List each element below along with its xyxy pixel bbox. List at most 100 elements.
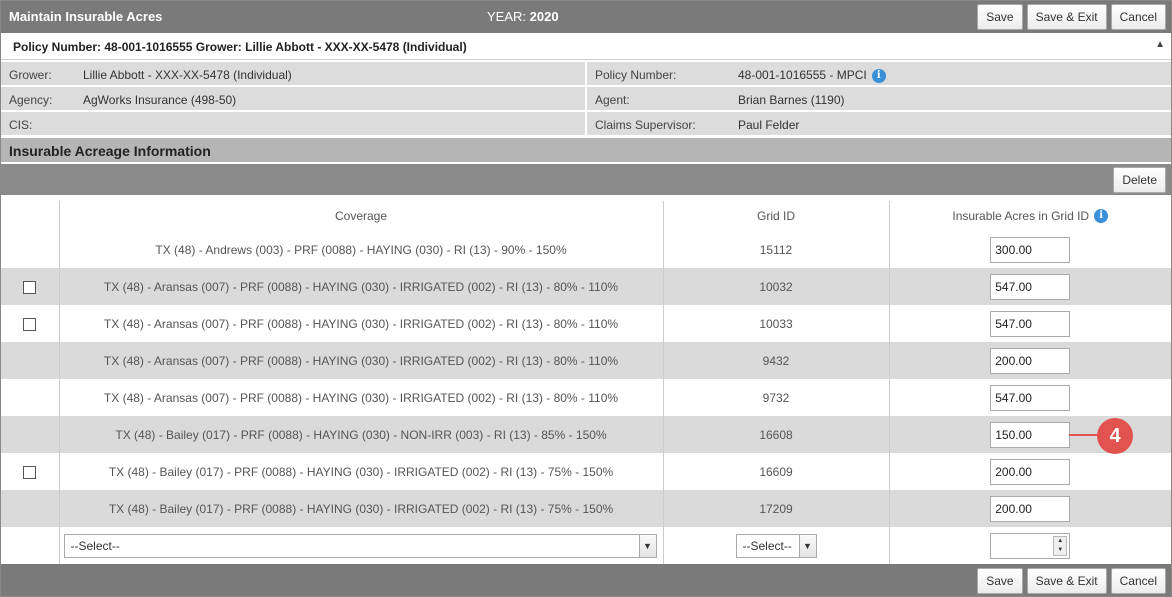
save-button[interactable]: Save	[977, 568, 1023, 594]
acres-input[interactable]	[990, 236, 1071, 263]
policy-summary-text: Policy Number: 48-001-1016555 Grower: Li…	[13, 40, 467, 54]
acres-number-input[interactable]: ▲ ▼	[990, 532, 1071, 559]
grower-label: Grower:	[9, 68, 52, 82]
table-toolbar: Delete	[1, 164, 1171, 195]
select-column-header	[1, 201, 60, 231]
acres-cell	[889, 342, 1171, 379]
grid-id-cell: 16608	[663, 416, 890, 453]
save-exit-button[interactable]: Save & Exit	[1026, 568, 1107, 594]
year-display: YEAR: 2020	[487, 9, 559, 24]
row-select-cell	[1, 527, 60, 564]
table-row: TX (48) - Bailey (017) - PRF (0088) - HA…	[1, 416, 1171, 453]
coverage-cell: TX (48) - Bailey (017) - PRF (0088) - HA…	[59, 490, 664, 527]
info-icon[interactable]: i	[1094, 209, 1109, 224]
acres-cell	[889, 453, 1171, 490]
year-value: 2020	[529, 9, 559, 24]
table-row: TX (48) - Bailey (017) - PRF (0088) - HA…	[1, 453, 1171, 490]
page-title: Maintain Insurable Acres	[9, 9, 163, 24]
acres-cell	[889, 305, 1171, 342]
row-select-cell	[1, 305, 60, 342]
spinner[interactable]: ▲ ▼	[1053, 535, 1068, 556]
delete-button[interactable]: Delete	[1113, 167, 1166, 193]
claims-supervisor-value: Paul Felder	[738, 118, 800, 132]
agency-label: Agency:	[9, 93, 53, 107]
acres-column-header: Insurable Acres in Grid ID i	[889, 201, 1171, 231]
info-row: CIS: Claims Supervisor: Paul Felder	[1, 112, 1171, 137]
policy-summary-bar[interactable]: Policy Number: 48-001-1016555 Grower: Li…	[1, 33, 1171, 60]
collapse-arrow-icon[interactable]: ▲	[1155, 39, 1165, 50]
grid-id-cell: 15112	[663, 231, 890, 268]
acres-input[interactable]	[990, 273, 1071, 300]
policy-info-grid: Grower: Lillie Abbott - XXX-XX-5478 (Ind…	[1, 62, 1171, 137]
row-select-cell	[1, 268, 60, 305]
row-select-cell	[1, 231, 60, 268]
new-row: --Select-- ▼ --Select-- ▼ ▲ ▼	[1, 527, 1171, 564]
cis-cell: CIS:	[1, 112, 585, 136]
coverage-cell: TX (48) - Aransas (007) - PRF (0088) - H…	[59, 268, 664, 305]
agency-value: AgWorks Insurance (498-50)	[83, 93, 237, 107]
row-checkbox[interactable]	[23, 465, 37, 479]
table-row: TX (48) - Aransas (007) - PRF (0088) - H…	[1, 305, 1171, 342]
row-checkbox[interactable]	[23, 317, 37, 331]
coverage-cell: TX (48) - Aransas (007) - PRF (0088) - H…	[59, 342, 664, 379]
policy-number-value: 48-001-1016555 - MPCI	[738, 68, 867, 82]
coverage-select[interactable]: --Select-- ▼	[63, 533, 657, 558]
info-row: Grower: Lillie Abbott - XXX-XX-5478 (Ind…	[1, 62, 1171, 87]
acres-cell	[889, 379, 1171, 416]
grid-id-select-value: --Select--	[742, 538, 792, 553]
info-icon[interactable]: i	[871, 68, 886, 83]
coverage-cell: TX (48) - Bailey (017) - PRF (0088) - HA…	[59, 453, 664, 490]
footer-bar: Save Save & Exit Cancel	[0, 564, 1172, 597]
acres-input[interactable]	[990, 310, 1071, 337]
coverage-cell: TX (48) - Aransas (007) - PRF (0088) - H…	[59, 305, 664, 342]
agent-value: Brian Barnes (1190)	[738, 93, 845, 107]
callout-badge: 4	[1097, 418, 1133, 454]
agent-label: Agent:	[595, 93, 630, 107]
table-row: TX (48) - Aransas (007) - PRF (0088) - H…	[1, 268, 1171, 305]
policy-number-cell: Policy Number: 48-001-1016555 - MPCI i	[587, 62, 1171, 86]
grid-id-cell: 10032	[663, 268, 890, 305]
cancel-button[interactable]: Cancel	[1110, 568, 1166, 594]
claims-supervisor-label: Claims Supervisor:	[595, 118, 696, 132]
acres-input[interactable]	[990, 421, 1071, 448]
grower-cell: Grower: Lillie Abbott - XXX-XX-5478 (Ind…	[1, 62, 585, 86]
callout-line	[1069, 434, 1099, 436]
acres-header-label: Insurable Acres in Grid ID	[952, 208, 1090, 223]
row-checkbox[interactable]	[23, 280, 37, 294]
acres-input[interactable]	[990, 458, 1071, 485]
grid-id-column-header: Grid ID	[663, 201, 890, 231]
acres-cell	[889, 268, 1171, 305]
table-row: TX (48) - Aransas (007) - PRF (0088) - H…	[1, 379, 1171, 416]
table-header-row: Coverage Grid ID Insurable Acres in Grid…	[1, 201, 1171, 231]
acres-input[interactable]	[990, 384, 1071, 411]
cancel-button[interactable]: Cancel	[1110, 4, 1166, 30]
row-select-cell	[1, 453, 60, 490]
agent-cell: Agent: Brian Barnes (1190)	[587, 87, 1171, 111]
grid-id-cell: 9732	[663, 379, 890, 416]
spin-up-icon[interactable]: ▲	[1054, 536, 1067, 546]
header-toolbar: Save Save & Exit Cancel	[977, 4, 1166, 30]
grid-id-select[interactable]: --Select-- ▼	[735, 533, 817, 558]
coverage-column-header: Coverage	[59, 201, 664, 231]
acres-cell	[889, 490, 1171, 527]
cis-label: CIS:	[9, 118, 33, 132]
acres-input[interactable]	[990, 495, 1071, 522]
policy-number-label: Policy Number:	[595, 68, 677, 82]
table-row: TX (48) - Aransas (007) - PRF (0088) - H…	[1, 342, 1171, 379]
acres-cell	[889, 231, 1171, 268]
acres-cell: ▲ ▼	[889, 527, 1171, 564]
acres-input[interactable]	[990, 347, 1071, 374]
save-button[interactable]: Save	[977, 4, 1023, 30]
spin-down-icon[interactable]: ▼	[1054, 545, 1067, 555]
save-exit-button[interactable]: Save & Exit	[1026, 4, 1107, 30]
grid-select-cell: --Select-- ▼	[663, 527, 890, 564]
section-title: Insurable Acreage Information	[9, 143, 211, 159]
claims-supervisor-cell: Claims Supervisor: Paul Felder	[587, 112, 1171, 136]
chevron-down-icon: ▼	[798, 534, 816, 557]
grid-id-cell: 17209	[663, 490, 890, 527]
policy-number-value-wrap: 48-001-1016555 - MPCI i	[738, 68, 886, 83]
grower-value: Lillie Abbott - XXX-XX-5478 (Individual)	[83, 68, 292, 82]
acreage-table: Coverage Grid ID Insurable Acres in Grid…	[1, 201, 1171, 564]
table-row: TX (48) - Andrews (003) - PRF (0088) - H…	[1, 231, 1171, 268]
section-header: Insurable Acreage Information	[1, 138, 1171, 162]
